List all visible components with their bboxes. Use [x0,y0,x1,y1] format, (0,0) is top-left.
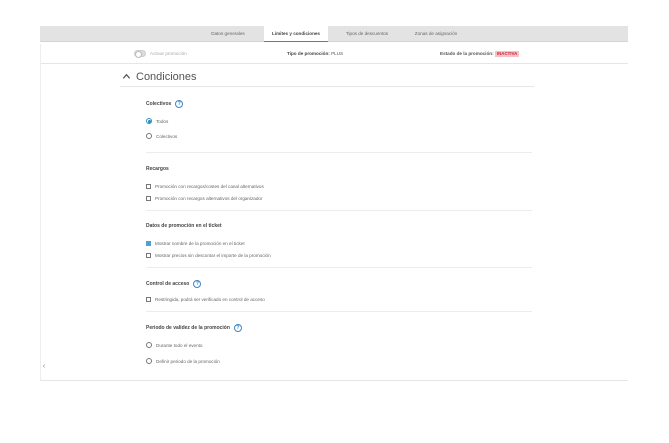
bottom-divider [40,380,628,381]
promotion-state: Estado de la promoción: INACTIVA [440,44,520,64]
tab-bar: Datos generales Límites y condiciones Ti… [40,26,628,42]
checkbox-recargos-canal[interactable]: Promoción con recargos/costes del canal … [146,180,532,192]
group-title: Recargos [146,164,532,174]
ticket-group: Datos de promoción en el ticket Mostrar … [146,221,532,261]
checkbox-label: Promoción con recargos alternativos del … [155,195,263,201]
promotion-status-row: Activar promoción Tipo de promoción: PLU… [40,44,628,64]
checkbox-restringida[interactable]: Restringida, podrá ser verificado en con… [146,293,532,305]
colectivos-group: Colectivos ? Todos Colectivos [146,99,532,142]
checkbox[interactable] [146,195,151,201]
divider [146,152,532,153]
help-icon[interactable]: ? [175,100,184,108]
activate-promotion-toggle[interactable] [134,50,146,58]
divider [146,267,532,268]
activate-promotion-label: Activar promoción [150,51,187,56]
section-title: Condiciones [136,71,197,83]
radio-label: Definir periodo de la promoción [156,358,220,364]
radio-label: Todos [156,118,169,124]
divider [146,210,532,211]
radio-todo-evento[interactable]: Durante todo el evento [146,339,532,351]
radio-label: Colectivos [156,133,178,139]
checkbox-label: Promoción con recargos/costes del canal … [155,183,264,189]
acceso-title: Control de acceso [146,281,190,287]
radio-button[interactable] [146,342,152,348]
divider [146,311,532,312]
checkbox-label: Mostrar precios sin descontar el importe… [155,252,271,258]
tab-datos-generales[interactable]: Datos generales [200,26,256,42]
radio-button[interactable] [146,118,152,124]
group-title: Periodo de validez de la promoción ? [146,323,532,333]
status-badge: INACTIVA [494,50,520,57]
validez-group: Periodo de validez de la promoción ? Dur… [146,323,532,367]
group-title: Colectivos ? [146,99,532,109]
checkbox[interactable] [146,240,151,246]
radio-definir-periodo[interactable]: Definir periodo de la promoción [146,355,532,367]
radio-button[interactable] [146,133,152,139]
group-title: Control de acceso ? [146,279,532,289]
chevron-left-icon[interactable]: ‹ [40,360,48,374]
ticket-title: Datos de promoción en el ticket [146,223,222,229]
checkbox-label: Mostrar nombre de la promoción en el tic… [155,240,245,246]
recargos-title: Recargos [146,166,169,172]
radio-label: Durante todo el evento [156,342,203,348]
radio-colectivos[interactable]: Colectivos [146,130,532,142]
checkbox[interactable] [146,296,151,302]
checkbox[interactable] [146,183,151,189]
radio-todos[interactable]: Todos [146,115,532,127]
help-icon[interactable]: ? [193,280,202,288]
chevron-up-icon[interactable] [122,72,131,81]
recargos-group: Recargos Promoción con recargos/costes d… [146,164,532,204]
left-divider [40,44,41,381]
checkbox-nombre-ticket[interactable]: Mostrar nombre de la promoción en el tic… [146,237,532,249]
tab-tipos-descuentos[interactable]: Tipos de descuentos [336,26,398,42]
help-icon[interactable]: ? [233,324,242,332]
promotion-type-label: Tipo de promoción: [287,51,330,56]
promotion-type-value: PLUS [331,51,344,56]
conditions-section-header[interactable]: Condiciones [120,67,534,87]
promotion-type: Tipo de promoción: PLUS [287,44,343,64]
tab-limites-condiciones[interactable]: Límites y condiciones [264,26,328,42]
colectivos-title: Colectivos [146,101,172,107]
validez-title: Periodo de validez de la promoción [146,325,230,331]
promotion-state-label: Estado de la promoción: [440,51,494,56]
tab-zonas-asignacion[interactable]: Zonas de asignación [406,26,466,42]
group-title: Datos de promoción en el ticket [146,221,532,231]
acceso-group: Control de acceso ? Restringida, podrá s… [146,279,532,305]
checkbox-precios-sin-descontar[interactable]: Mostrar precios sin descontar el importe… [146,249,532,261]
checkbox[interactable] [146,252,151,258]
radio-button[interactable] [146,358,152,364]
checkbox-recargos-organizador[interactable]: Promoción con recargos alternativos del … [146,192,532,204]
checkbox-label: Restringida, podrá ser verificado en con… [155,296,265,302]
